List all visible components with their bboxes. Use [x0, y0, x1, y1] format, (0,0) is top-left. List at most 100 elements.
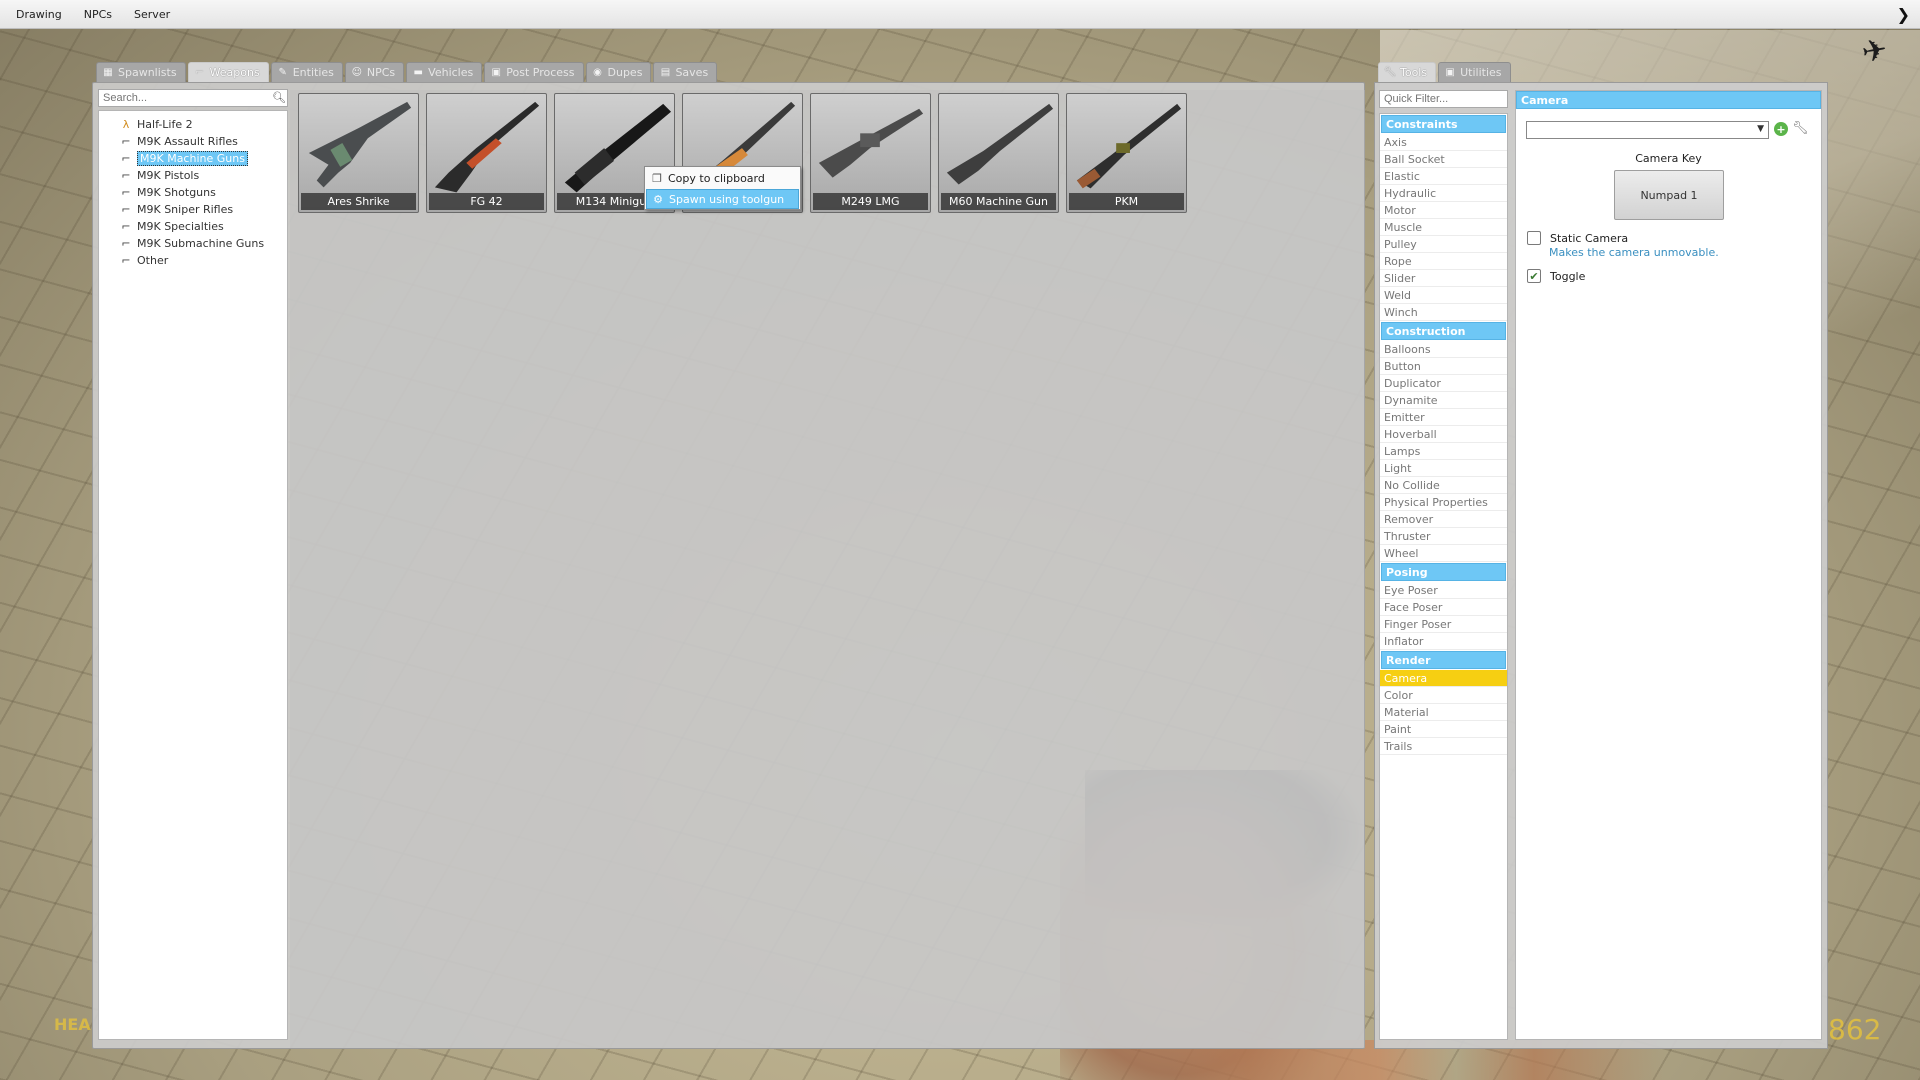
- tab-label: Dupes: [607, 66, 643, 79]
- tree-item-m9k-machine-guns[interactable]: ⌐ M9K Machine Guns: [119, 150, 248, 166]
- tool-winch[interactable]: Winch: [1380, 304, 1507, 321]
- tab-label: NPCs: [366, 66, 396, 79]
- tab-post-process[interactable]: ▣ Post Process: [484, 62, 584, 82]
- add-preset-icon[interactable]: +: [1774, 122, 1788, 136]
- weapon-tile[interactable]: FG 42: [426, 93, 547, 213]
- menu-npcs[interactable]: NPCs: [76, 8, 126, 21]
- weapon-name: Ares Shrike: [301, 193, 416, 210]
- tree-item-half-life-2[interactable]: λ Half-Life 2: [119, 116, 193, 132]
- tree-item-m9k-submachine-guns[interactable]: ⌐ M9K Submachine Guns: [119, 235, 264, 251]
- tool-emitter[interactable]: Emitter: [1380, 409, 1507, 426]
- tool-hoverball[interactable]: Hoverball: [1380, 426, 1507, 443]
- tab-label: Weapons: [209, 66, 260, 79]
- tree-item-m9k-shotguns[interactable]: ⌐ M9K Shotguns: [119, 184, 216, 200]
- spawn-using-toolgun-item[interactable]: ⚙ Spawn using toolgun: [646, 189, 799, 209]
- tab-label: Utilities: [1460, 66, 1502, 79]
- tool-rope[interactable]: Rope: [1380, 253, 1507, 270]
- tab-utilities[interactable]: ▣ Utilities: [1438, 62, 1511, 82]
- quick-filter-input[interactable]: [1379, 90, 1508, 108]
- tab-entities[interactable]: ✎ Entities: [270, 62, 343, 82]
- tool-weld[interactable]: Weld: [1380, 287, 1507, 304]
- menu-server[interactable]: Server: [126, 8, 184, 21]
- menu-drawing[interactable]: Drawing: [8, 8, 76, 21]
- tool-remover[interactable]: Remover: [1380, 511, 1507, 528]
- tool-face-poser[interactable]: Face Poser: [1380, 599, 1507, 616]
- tool-light[interactable]: Light: [1380, 460, 1507, 477]
- tool-dynamite[interactable]: Dynamite: [1380, 392, 1507, 409]
- tool-trails[interactable]: Trails: [1380, 738, 1507, 755]
- tab-saves[interactable]: ▤ Saves: [653, 62, 718, 82]
- category-construction[interactable]: Construction: [1381, 322, 1506, 340]
- search-input[interactable]: [98, 89, 288, 107]
- tool-ball-socket[interactable]: Ball Socket: [1380, 151, 1507, 168]
- category-tree: λ Half-Life 2 ⌐ M9K Assault Rifles ⌐ M9K…: [98, 110, 288, 1040]
- camera-key-label: Camera Key: [1635, 152, 1702, 165]
- copy-to-clipboard-item[interactable]: ❐ Copy to clipboard: [646, 168, 799, 188]
- tool-eye-poser[interactable]: Eye Poser: [1380, 582, 1507, 599]
- hud-ammo-value: 862: [1828, 1013, 1882, 1046]
- static-camera-checkbox[interactable]: [1527, 231, 1541, 245]
- weapon-grid-area: [290, 90, 1365, 1048]
- weapon-tile[interactable]: Ares Shrike: [298, 93, 419, 213]
- category-posing[interactable]: Posing: [1381, 563, 1506, 581]
- tool-no-collide[interactable]: No Collide: [1380, 477, 1507, 494]
- tab-label: Saves: [675, 66, 709, 79]
- tool-duplicator[interactable]: Duplicator: [1380, 375, 1507, 392]
- tab-tools[interactable]: 🔧︎ Tools: [1378, 62, 1437, 82]
- tool-material[interactable]: Material: [1380, 704, 1507, 721]
- tree-item-label: Half-Life 2: [137, 117, 193, 131]
- tab-label: Vehicles: [428, 66, 474, 79]
- tool-paint[interactable]: Paint: [1380, 721, 1507, 738]
- tool-balloons[interactable]: Balloons: [1380, 341, 1507, 358]
- tool-muscle[interactable]: Muscle: [1380, 219, 1507, 236]
- tree-item-m9k-sniper-rifles[interactable]: ⌐ M9K Sniper Rifles: [119, 201, 233, 217]
- weapon-tile[interactable]: M249 LMG: [810, 93, 931, 213]
- tool-camera[interactable]: Camera: [1380, 670, 1507, 687]
- tab-dupes[interactable]: ◉ Dupes: [585, 62, 652, 82]
- npc-icon: ☺: [351, 67, 363, 78]
- context-menu: ❐ Copy to clipboard ⚙ Spawn using toolgu…: [644, 166, 801, 210]
- tab-npcs[interactable]: ☺ NPCs: [344, 62, 405, 82]
- collapse-arrow-icon[interactable]: ❯: [1897, 5, 1910, 24]
- gun-icon: ⌐: [121, 202, 131, 216]
- tree-item-label: M9K Submachine Guns: [137, 236, 265, 250]
- tool-hydraulic[interactable]: Hydraulic: [1380, 185, 1507, 202]
- weapon-tile[interactable]: PKM: [1066, 93, 1187, 213]
- tool-inflator[interactable]: Inflator: [1380, 633, 1507, 650]
- wrench-icon[interactable]: 🔧︎: [1792, 121, 1809, 136]
- tool-settings-title: Camera: [1516, 91, 1821, 109]
- tool-physical-properties[interactable]: Physical Properties: [1380, 494, 1507, 511]
- tab-vehicles[interactable]: ▬ Vehicles: [406, 62, 483, 82]
- toggle-checkbox[interactable]: ✔: [1527, 269, 1541, 283]
- tool-color[interactable]: Color: [1380, 687, 1507, 704]
- category-render[interactable]: Render: [1381, 651, 1506, 669]
- tab-weapons[interactable]: ⌐ Weapons: [187, 62, 269, 82]
- spawn-menu-tabs: ▦ Spawnlists ⌐ Weapons ✎ Entities ☺ NPCs ▬ Ve…: [96, 62, 718, 82]
- tool-wheel[interactable]: Wheel: [1380, 545, 1507, 562]
- tool-lamps[interactable]: Lamps: [1380, 443, 1507, 460]
- tool-motor[interactable]: Motor: [1380, 202, 1507, 219]
- tree-item-other[interactable]: ⌐ Other: [119, 252, 168, 268]
- tree-item-m9k-pistols[interactable]: ⌐ M9K Pistols: [119, 167, 199, 183]
- tool-finger-poser[interactable]: Finger Poser: [1380, 616, 1507, 633]
- tool-thruster[interactable]: Thruster: [1380, 528, 1507, 545]
- tool-elastic[interactable]: Elastic: [1380, 168, 1507, 185]
- tree-item-m9k-assault-rifles[interactable]: ⌐ M9K Assault Rifles: [119, 133, 238, 149]
- tab-label: Tools: [1400, 66, 1428, 79]
- tree-item-label: M9K Sniper Rifles: [137, 202, 234, 216]
- tree-item-label: M9K Specialties: [137, 219, 224, 233]
- tool-axis[interactable]: Axis: [1380, 134, 1507, 151]
- weapon-tile[interactable]: M60 Machine Gun: [938, 93, 1059, 213]
- tool-button[interactable]: Button: [1380, 358, 1507, 375]
- tool-pulley[interactable]: Pulley: [1380, 236, 1507, 253]
- preset-dropdown[interactable]: ▼: [1526, 121, 1769, 139]
- category-constraints[interactable]: Constraints: [1381, 115, 1506, 133]
- utilities-icon: ▣: [1445, 67, 1455, 78]
- tree-item-label: M9K Pistols: [137, 168, 200, 182]
- tree-item-label: M9K Shotguns: [137, 185, 216, 199]
- search-icon[interactable]: 🔍︎: [272, 91, 286, 104]
- tool-slider[interactable]: Slider: [1380, 270, 1507, 287]
- tab-spawnlists[interactable]: ▦ Spawnlists: [96, 62, 186, 82]
- camera-key-binder-button[interactable]: Numpad 1: [1614, 170, 1724, 220]
- tree-item-m9k-specialties[interactable]: ⌐ M9K Specialties: [119, 218, 224, 234]
